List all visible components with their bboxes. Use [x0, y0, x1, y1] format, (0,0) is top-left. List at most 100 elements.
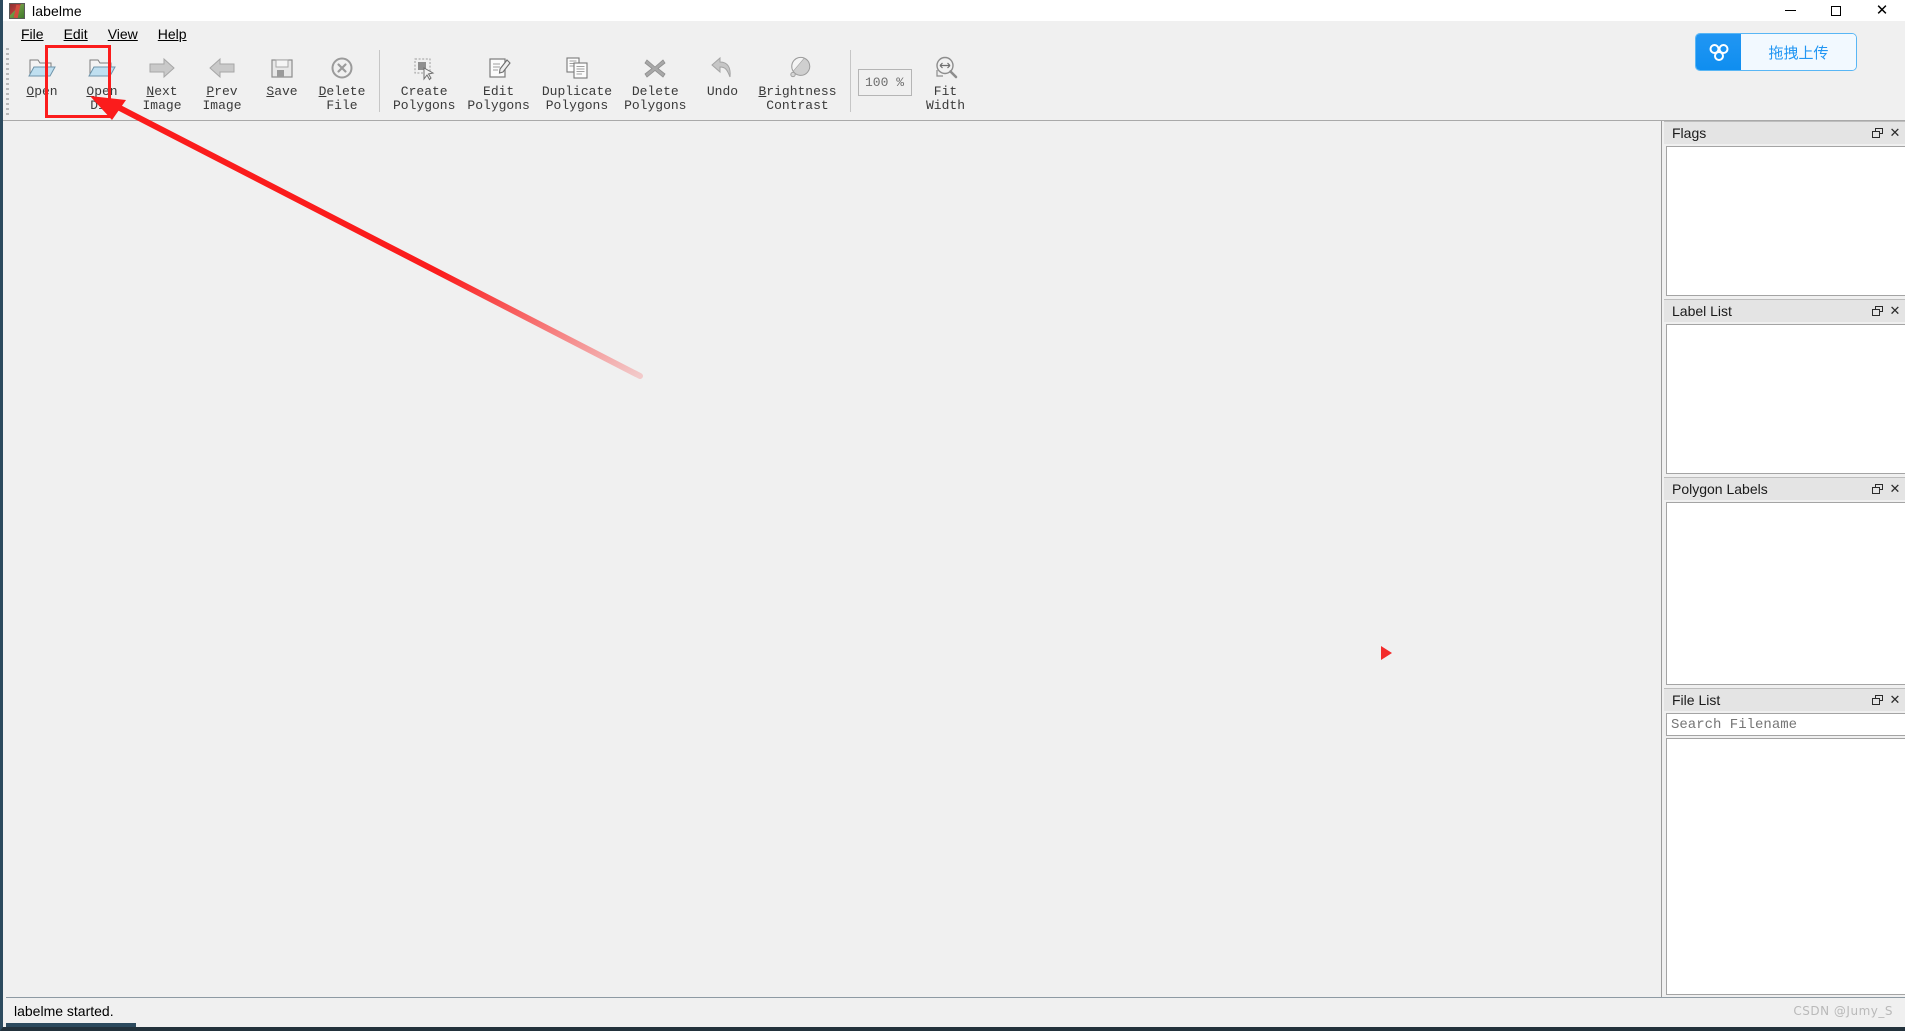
edit-pencil-icon [483, 53, 515, 83]
tool-create-polygons-label: Create Polygons [393, 84, 456, 113]
menu-help-label: Help [157, 25, 187, 42]
tool-undo[interactable]: Undo [692, 47, 752, 117]
panel-polygon-labels-float-button[interactable] [1868, 480, 1886, 498]
tool-edit-polygons-label: Edit Polygons [467, 84, 530, 113]
upload-button-label: 拖拽上传 [1741, 34, 1856, 70]
close-icon: ✕ [1875, 1, 1889, 19]
panel-polygon-labels-title: Polygon Labels [1672, 481, 1768, 497]
minimize-icon [1784, 10, 1796, 11]
panel-flags-body[interactable] [1666, 146, 1905, 296]
menu-item-help[interactable]: Help [148, 23, 197, 45]
toolbar-drag-handle[interactable] [3, 48, 12, 118]
tool-next-image[interactable]: Next Image [132, 47, 192, 117]
menu-item-edit[interactable]: Edit [54, 23, 98, 45]
panel-flags-titlebar: Flags ✕ [1664, 121, 1905, 144]
panel-flags-float-button[interactable] [1868, 124, 1886, 142]
toolbar-separator-1 [379, 50, 380, 112]
toolbar-separator-2 [849, 50, 851, 112]
panel-polygon-labels-titlebar: Polygon Labels ✕ [1664, 477, 1905, 500]
tool-create-polygons[interactable]: Create Polygons [387, 47, 461, 117]
panel-polygon-labels: Polygon Labels ✕ [1664, 477, 1905, 688]
open-folder-icon [26, 53, 58, 83]
menu-item-view[interactable]: View [98, 23, 148, 45]
menu-edit-label: Edit [63, 25, 88, 42]
panel-file-list-titlebar: File List ✕ [1664, 688, 1905, 711]
copy-pages-icon [561, 53, 593, 83]
bottom-scroll-indicator[interactable] [6, 1023, 136, 1027]
float-panel-icon [1871, 694, 1883, 706]
minimize-button[interactable] [1767, 0, 1813, 21]
menu-view-label: View [107, 25, 138, 42]
tool-prev-image[interactable]: Prev Image [192, 47, 252, 117]
tool-open-dir[interactable]: Open Dir [72, 47, 132, 117]
maximize-button[interactable] [1813, 0, 1859, 21]
panel-label-list-body[interactable] [1666, 324, 1905, 474]
panel-flags-close-button[interactable]: ✕ [1886, 124, 1904, 142]
tool-undo-label: Undo [706, 84, 739, 99]
tool-delete-file-label: Delete File [318, 84, 366, 113]
create-polygon-icon [408, 53, 440, 83]
x-cross-icon [639, 53, 671, 83]
tool-duplicate-polygons[interactable]: Duplicate Polygons [536, 47, 618, 117]
tool-open-dir-label: Open Dir [86, 84, 118, 113]
title-bar: labelme ✕ [3, 0, 1905, 21]
panel-polygon-labels-close-button[interactable]: ✕ [1886, 480, 1904, 498]
panel-label-list-titlebar: Label List ✕ [1664, 299, 1905, 322]
panel-label-list-close-button[interactable]: ✕ [1886, 302, 1904, 320]
brightness-contrast-icon [782, 53, 814, 83]
watermark-text: CSDN @Jumy_S [1793, 1003, 1893, 1018]
panel-file-list-close-button[interactable]: ✕ [1886, 691, 1904, 709]
canvas-surface[interactable] [6, 121, 1660, 1001]
open-dir-folder-icon [86, 53, 118, 83]
tool-duplicate-polygons-label: Duplicate Polygons [541, 84, 613, 113]
tool-prev-image-label: Prev Image [202, 84, 242, 113]
search-filename-input[interactable] [1666, 713, 1905, 736]
tool-edit-polygons[interactable]: Edit Polygons [461, 47, 535, 117]
float-panel-icon [1871, 127, 1883, 139]
close-icon: ✕ [1889, 692, 1901, 708]
panel-label-list-float-button[interactable] [1868, 302, 1886, 320]
tool-save[interactable]: Save [252, 47, 312, 117]
fit-width-magnifier-icon [930, 53, 962, 83]
undo-arrow-icon [706, 53, 738, 83]
labelme-main-window: labelme ✕ File Edit View Help Open Open … [0, 0, 1905, 1031]
window-title: labelme [32, 2, 82, 19]
tool-delete-polygons[interactable]: Delete Polygons [618, 47, 692, 117]
float-panel-icon [1871, 483, 1883, 495]
image-canvas-area[interactable] [6, 121, 1662, 1001]
labelme-app-icon [9, 2, 25, 19]
tool-brightness-contrast[interactable]: Brightness Contrast [752, 47, 842, 117]
close-icon: ✕ [1889, 303, 1901, 319]
tool-save-label: Save [266, 84, 298, 99]
close-icon: ✕ [1889, 125, 1901, 141]
tool-delete-file[interactable]: Delete File [312, 47, 372, 117]
menu-bar: File Edit View Help [3, 21, 1905, 46]
tool-fit-width[interactable]: Fit Width [916, 47, 976, 117]
tool-next-image-label: Next Image [142, 84, 182, 113]
close-icon: ✕ [1889, 481, 1901, 497]
close-button[interactable]: ✕ [1859, 0, 1905, 21]
drag-upload-widget[interactable]: 拖拽上传 [1695, 33, 1857, 71]
status-bar: labelme started. CSDN @Jumy_S [6, 997, 1905, 1027]
panel-flags: Flags ✕ [1664, 121, 1905, 299]
right-dock-panels: Flags ✕ Label List ✕ Polygon Labels ✕ Fi… [1664, 121, 1905, 1001]
panel-label-list-title: Label List [1672, 303, 1732, 319]
tool-brightness-contrast-label: Brightness Contrast [758, 84, 837, 113]
tool-open[interactable]: Open [12, 47, 72, 117]
panel-file-list-title: File List [1672, 692, 1721, 708]
tool-delete-polygons-label: Delete Polygons [624, 84, 687, 113]
panel-label-list: Label List ✕ [1664, 299, 1905, 477]
zoom-value-field[interactable]: 100 % [857, 69, 912, 96]
menu-item-file[interactable]: File [11, 23, 54, 45]
window-controls: ✕ [1767, 0, 1905, 21]
panel-polygon-labels-body[interactable] [1666, 502, 1905, 685]
panel-file-list-float-button[interactable] [1868, 691, 1886, 709]
tool-open-label: Open [26, 84, 58, 99]
panel-file-list-body[interactable] [1666, 738, 1905, 995]
main-toolbar: Open Open Dir Next Image Prev Image Save… [3, 46, 1905, 121]
arrow-left-icon [206, 53, 238, 83]
floppy-disk-icon [266, 53, 298, 83]
float-panel-icon [1871, 305, 1883, 317]
red-play-cursor-icon [1381, 646, 1392, 660]
maximize-icon [1831, 5, 1841, 16]
